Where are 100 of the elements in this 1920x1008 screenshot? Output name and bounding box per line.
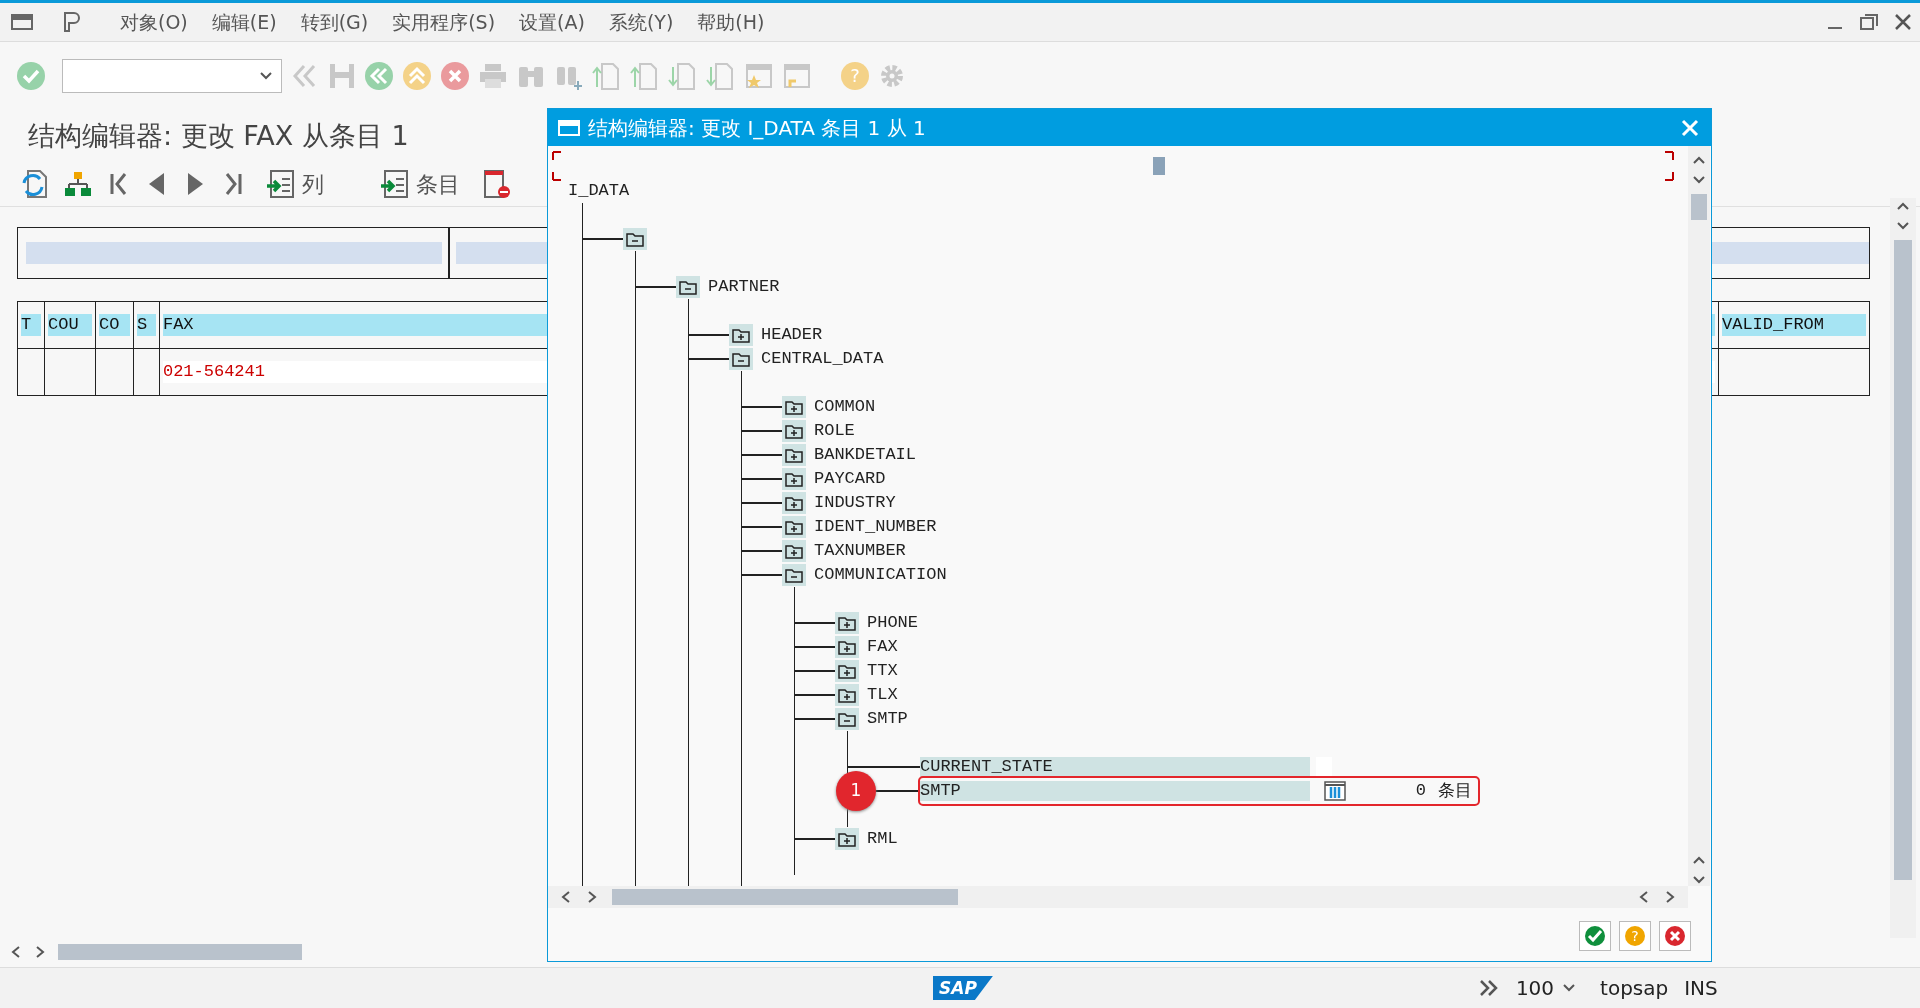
menu-item[interactable]: 设置(A) <box>507 7 597 37</box>
expand-folder-icon[interactable] <box>835 828 859 850</box>
tree-node-label[interactable]: PARTNER <box>708 277 780 297</box>
scroll-left-icon[interactable] <box>10 945 22 959</box>
column-header: COU <box>48 313 92 336</box>
tree-node-label[interactable]: COMMUNICATION <box>814 565 947 585</box>
tree-node-label[interactable]: RML <box>867 829 898 849</box>
dropdown-icon <box>259 71 273 81</box>
scroll-down-icon[interactable] <box>1896 220 1910 232</box>
input-field[interactable] <box>26 241 442 264</box>
window-menu-icon[interactable] <box>10 12 34 32</box>
expand-folder-icon[interactable] <box>782 444 806 466</box>
expand-folder-icon[interactable] <box>729 324 753 346</box>
menu-item[interactable]: 转到(G) <box>288 7 381 37</box>
page-title: 结构编辑器: 更改 FAX 从条目 1 <box>27 119 410 153</box>
tree-node-label[interactable]: PAYCARD <box>814 469 886 489</box>
collapse-folder-icon[interactable] <box>729 348 753 370</box>
expand-folder-icon[interactable] <box>835 612 859 634</box>
table-icon[interactable] <box>1324 781 1346 801</box>
menu-item[interactable]: 实用程序(S) <box>380 7 508 37</box>
scroll-down-icon[interactable] <box>1692 874 1706 886</box>
scrollbar-thumb[interactable] <box>612 889 958 905</box>
check-icon[interactable] <box>16 61 46 91</box>
tree-node-label[interactable]: COMMON <box>814 397 876 417</box>
callout-badge: 1 <box>836 771 876 811</box>
menu-item[interactable]: 帮助(H) <box>685 7 777 37</box>
expand-folder-icon[interactable] <box>835 684 859 706</box>
tree-node-label[interactable]: TLX <box>867 685 898 705</box>
column-header: S <box>136 313 156 336</box>
cancel-icon <box>1664 925 1686 947</box>
scroll-up-icon[interactable] <box>1692 854 1706 866</box>
window-menu-icon[interactable] <box>558 118 580 137</box>
tree-node-label[interactable]: PHONE <box>867 613 918 633</box>
expand-folder-icon[interactable] <box>782 420 806 442</box>
corner-bracket-icon <box>1664 151 1674 181</box>
delete-row-icon[interactable] <box>482 169 510 199</box>
menu-item[interactable]: 对象(O) <box>108 7 200 37</box>
tree-node-label[interactable]: SMTP <box>867 709 908 729</box>
expand-folder-icon[interactable] <box>782 540 806 562</box>
cursor-marker-icon <box>1153 157 1165 175</box>
tree-node-label[interactable]: TAXNUMBER <box>814 541 906 561</box>
expand-folder-icon[interactable] <box>782 492 806 514</box>
close-icon[interactable] <box>1894 13 1912 31</box>
confirm-icon <box>1584 925 1606 947</box>
column-header: VALID_FROM <box>1722 313 1866 336</box>
hierarchy-icon[interactable] <box>64 170 92 198</box>
dialog-title: 结构编辑器: 更改 I_DATA 条目 1 从 1 <box>588 114 926 142</box>
toolbar-button[interactable]: 列 <box>260 167 330 201</box>
tree-node-label[interactable]: IDENT_NUMBER <box>814 517 937 537</box>
scroll-up-icon[interactable] <box>1692 154 1706 166</box>
column-header: T <box>21 313 41 336</box>
menu-item[interactable]: 编辑(E) <box>199 7 289 37</box>
collapse-folder-icon[interactable] <box>676 276 700 298</box>
scroll-right-icon[interactable] <box>586 890 598 904</box>
tree-node-label[interactable]: ROLE <box>814 421 855 441</box>
input-mode: INS <box>1684 975 1718 1002</box>
expand-folder-icon[interactable] <box>835 636 859 658</box>
scrollbar-thumb[interactable] <box>1894 240 1912 880</box>
table-arrow-icon <box>266 169 296 199</box>
scrollbar-thumb[interactable] <box>1691 194 1707 220</box>
expand-folder-icon[interactable] <box>835 660 859 682</box>
tree-node-label[interactable]: I_DATA <box>568 181 630 201</box>
cancel-button[interactable] <box>1659 921 1691 951</box>
restore-icon[interactable] <box>1860 13 1878 31</box>
scroll-right-icon[interactable] <box>34 945 46 959</box>
expand-folder-icon[interactable] <box>782 468 806 490</box>
scroll-right-icon[interactable] <box>1664 890 1676 904</box>
corner-bracket-icon <box>552 151 562 181</box>
command-field[interactable] <box>62 59 282 93</box>
scrollbar-thumb[interactable] <box>58 944 302 960</box>
confirm-button[interactable] <box>1579 921 1611 951</box>
scroll-left-icon[interactable] <box>1638 890 1650 904</box>
collapse-folder-icon[interactable] <box>782 564 806 586</box>
double-chevron-icon[interactable] <box>1477 978 1500 998</box>
dropdown-icon[interactable] <box>1562 983 1577 993</box>
unit-label: 条目 <box>1438 779 1472 803</box>
tree-node-label[interactable]: CURRENT_STATE <box>920 757 1310 777</box>
column-header: CO <box>98 313 130 336</box>
tree-node-label[interactable]: INDUSTRY <box>814 493 896 513</box>
expand-folder-icon[interactable] <box>782 516 806 538</box>
menu-item[interactable]: 系统(Y) <box>596 7 686 37</box>
input-field[interactable] <box>1316 757 1332 777</box>
system-name: topsap <box>1600 975 1669 1002</box>
refresh-icon[interactable] <box>20 169 48 199</box>
scroll-left-icon[interactable] <box>560 890 572 904</box>
sap-logo: SAP <box>933 976 993 1000</box>
toolbar-button[interactable]: 条目 <box>374 167 466 201</box>
scroll-up-icon[interactable] <box>1896 200 1910 212</box>
item-count: 0 <box>1414 780 1426 803</box>
tree-node-label[interactable]: SMTP <box>920 781 1310 801</box>
tree-node-label[interactable]: FAX <box>867 637 898 657</box>
scrollbar[interactable] <box>1890 198 1916 938</box>
tree-node-label[interactable]: BANKDETAIL <box>814 445 917 465</box>
scroll-down-icon[interactable] <box>1692 174 1706 186</box>
expand-folder-icon[interactable] <box>782 396 806 418</box>
table-arrow-icon <box>380 169 410 199</box>
collapse-folder-icon[interactable] <box>835 708 859 730</box>
zoom-value: 100 <box>1515 975 1555 1002</box>
collapse-folder-icon[interactable] <box>623 228 647 250</box>
tree-node-label[interactable]: TTX <box>867 661 898 681</box>
